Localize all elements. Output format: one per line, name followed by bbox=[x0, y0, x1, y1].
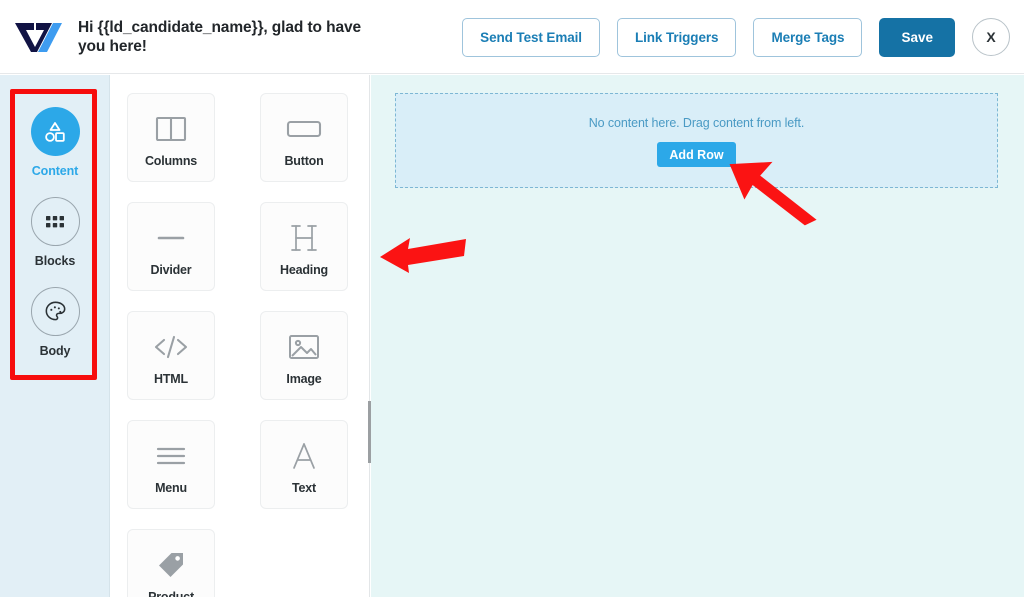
rail-label-body: Body bbox=[39, 344, 71, 358]
palette-tile-label: Heading bbox=[280, 262, 328, 277]
rail-label-content: Content bbox=[31, 164, 79, 178]
send-test-email-button[interactable]: Send Test Email bbox=[462, 17, 600, 57]
palette-tile-menu[interactable]: Menu bbox=[127, 420, 215, 509]
divider-icon bbox=[156, 217, 186, 259]
palette-tile-button[interactable]: Button bbox=[260, 93, 348, 182]
image-icon bbox=[287, 326, 321, 368]
rail-item-content[interactable]: Content bbox=[0, 107, 110, 178]
palette-tile-text[interactable]: Text bbox=[260, 420, 348, 509]
vervoe-v-logo-icon bbox=[15, 22, 62, 52]
shapes-icon bbox=[30, 107, 80, 156]
palette-tile-divider[interactable]: Divider bbox=[127, 202, 215, 291]
menu-icon bbox=[154, 435, 188, 477]
palette-tiles: Columns Button Divider Heading HTML Imag… bbox=[127, 93, 357, 597]
palette-tile-product[interactable]: Product bbox=[127, 529, 215, 597]
palette-tile-label: Button bbox=[284, 153, 324, 168]
palette-tile-heading[interactable]: Heading bbox=[260, 202, 348, 291]
empty-dropzone[interactable]: No content here. Drag content from left.… bbox=[395, 93, 998, 188]
email-canvas: No content here. Drag content from left.… bbox=[371, 75, 1024, 597]
heading-icon bbox=[289, 217, 319, 259]
palette-tile-label: Menu bbox=[155, 480, 187, 495]
link-triggers-button[interactable]: Link Triggers bbox=[616, 17, 737, 57]
merge-tags-button[interactable]: Merge Tags bbox=[753, 17, 863, 57]
code-icon bbox=[152, 326, 190, 368]
page-title: Hi {{ld_candidate_name}}, glad to have y… bbox=[78, 18, 362, 55]
rail-label-blocks: Blocks bbox=[34, 254, 76, 268]
palette-tile-label: Product bbox=[148, 589, 194, 597]
button-icon bbox=[285, 108, 323, 150]
rail-item-body[interactable]: Body bbox=[0, 287, 110, 358]
palette-tile-label: Columns bbox=[144, 153, 198, 168]
text-icon bbox=[289, 435, 319, 477]
palette-tile-html[interactable]: HTML bbox=[127, 311, 215, 400]
header-actions: Send Test Email Link Triggers Merge Tags… bbox=[462, 0, 1010, 74]
email-builder-app: Hi {{ld_candidate_name}}, glad to have y… bbox=[0, 0, 1024, 597]
app-header: Hi {{ld_candidate_name}}, glad to have y… bbox=[0, 0, 1024, 74]
add-row-button[interactable]: Add Row bbox=[657, 142, 736, 167]
palette-tile-label: HTML bbox=[154, 371, 188, 386]
tag-icon bbox=[155, 544, 187, 586]
dropzone-message: No content here. Drag content from left. bbox=[588, 116, 805, 130]
save-button[interactable]: Save bbox=[879, 17, 955, 57]
content-palette: Columns Button Divider Heading HTML Imag… bbox=[111, 75, 370, 597]
close-button[interactable]: X bbox=[972, 18, 1010, 56]
columns-icon bbox=[154, 108, 188, 150]
palette-tile-columns[interactable]: Columns bbox=[127, 93, 215, 182]
palette-tile-label: Text bbox=[292, 480, 316, 495]
rail-item-blocks[interactable]: Blocks bbox=[0, 197, 110, 268]
grid-icon bbox=[30, 197, 80, 246]
palette-icon bbox=[30, 287, 80, 336]
palette-tile-label: Divider bbox=[150, 262, 192, 277]
content-rail: Content Blocks Body bbox=[0, 75, 110, 597]
palette-tile-label: Image bbox=[286, 371, 322, 386]
palette-tile-image[interactable]: Image bbox=[260, 311, 348, 400]
brand-logo bbox=[8, 20, 70, 54]
